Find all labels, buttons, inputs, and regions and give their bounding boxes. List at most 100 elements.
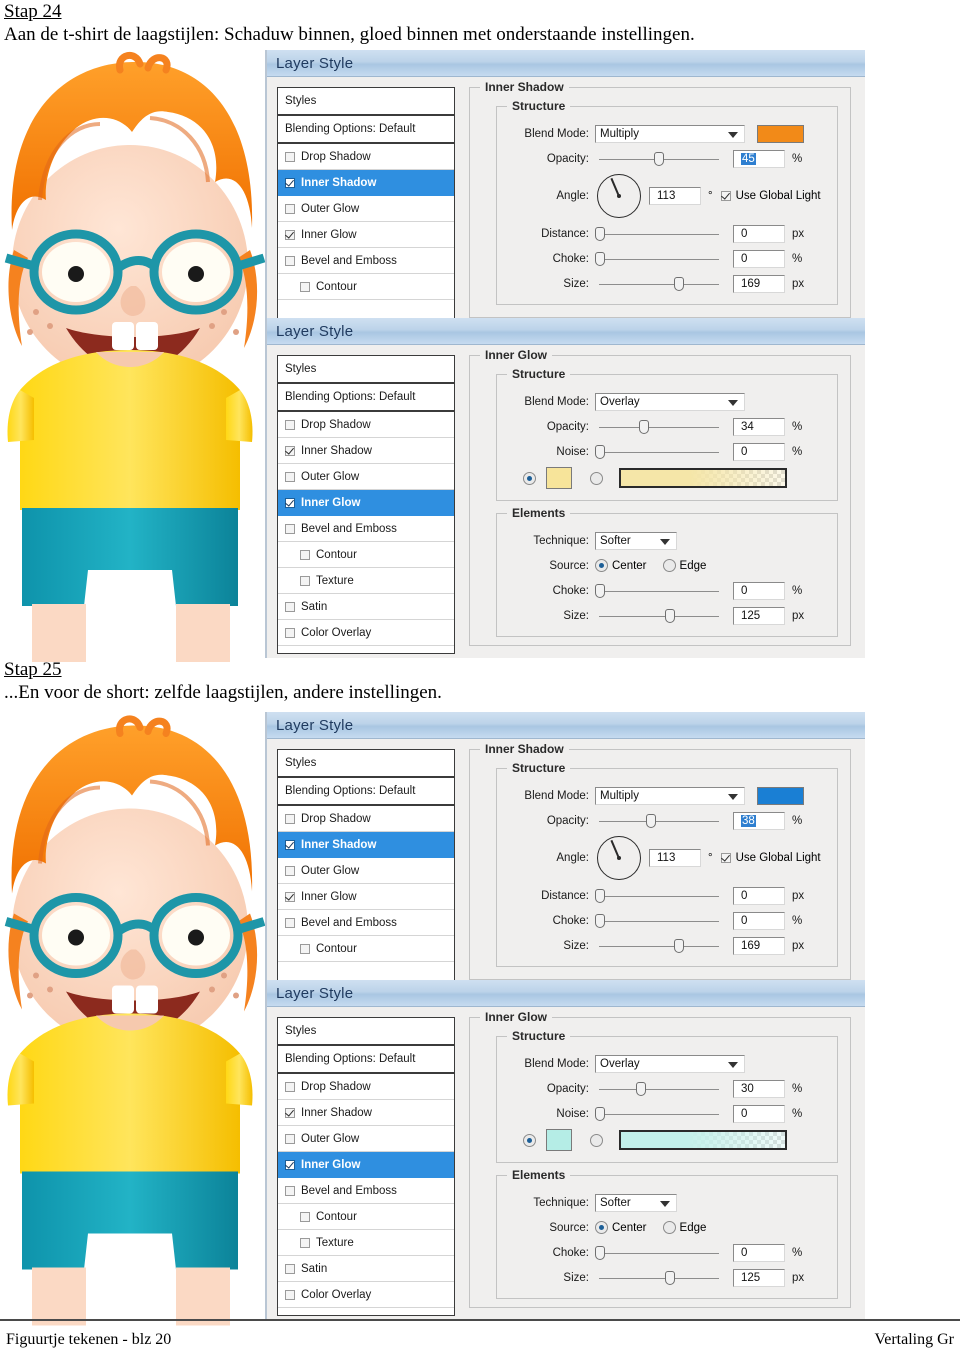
- size-input-1[interactable]: 169: [733, 274, 785, 293]
- style-item-outer-glow-1[interactable]: Outer Glow: [278, 196, 454, 222]
- style-item-drop-shadow-3[interactable]: Drop Shadow: [278, 806, 454, 832]
- style-item-inner-shadow-4[interactable]: Inner Shadow: [278, 1100, 454, 1126]
- checkbox-texture-2[interactable]: [300, 575, 310, 586]
- opacity-input-1[interactable]: 45: [733, 149, 785, 168]
- checkbox-color-overlay-4[interactable]: [285, 1289, 295, 1300]
- radio-gradient-2[interactable]: [590, 471, 603, 485]
- source-edge-option-4[interactable]: Edge: [662, 1221, 706, 1234]
- opacity-input-2[interactable]: 34: [733, 417, 785, 436]
- checkbox-inner-glow-4[interactable]: [285, 1159, 295, 1170]
- checkbox-bevel-emboss-4[interactable]: [285, 1185, 295, 1196]
- choke-input-1[interactable]: 0: [733, 249, 785, 268]
- checkbox-bevel-emboss-2[interactable]: [285, 523, 295, 534]
- style-item-contour-2[interactable]: Contour: [278, 542, 454, 568]
- style-item-inner-shadow-2[interactable]: Inner Shadow: [278, 438, 454, 464]
- distance-input-3[interactable]: 0: [733, 886, 785, 905]
- blend-mode-select-1[interactable]: Multiply: [595, 124, 745, 143]
- size-slider-4[interactable]: [595, 1269, 723, 1287]
- layer-style-dialog-1[interactable]: Layer Style Styles Blending Options: Def…: [265, 50, 865, 330]
- style-item-drop-shadow-1[interactable]: Drop Shadow: [278, 144, 454, 170]
- style-list-3[interactable]: Styles Blending Options: Default Drop Sh…: [277, 749, 455, 988]
- style-item-color-overlay-4[interactable]: Color Overlay: [278, 1282, 454, 1308]
- distance-input-1[interactable]: 0: [733, 224, 785, 243]
- style-item-drop-shadow-2[interactable]: Drop Shadow: [278, 412, 454, 438]
- size-input-2[interactable]: 125: [733, 606, 785, 625]
- blend-mode-select-4[interactable]: Overlay: [595, 1054, 745, 1073]
- checkbox-inner-shadow-4[interactable]: [285, 1107, 295, 1118]
- radio-edge-2[interactable]: [662, 559, 676, 572]
- angle-input-3[interactable]: 113: [649, 849, 701, 867]
- style-item-outer-glow-3[interactable]: Outer Glow: [278, 858, 454, 884]
- use-global-light-row-3[interactable]: Use Global Light: [720, 852, 821, 864]
- choke-slider-1[interactable]: [595, 250, 723, 268]
- style-item-color-overlay-2[interactable]: Color Overlay: [278, 620, 454, 646]
- glow-color-swatch-4[interactable]: [546, 1129, 572, 1151]
- style-item-inner-glow-1[interactable]: Inner Glow: [278, 222, 454, 248]
- style-item-inner-glow-4[interactable]: Inner Glow: [278, 1152, 454, 1178]
- checkbox-inner-shadow-2[interactable]: [285, 445, 295, 456]
- checkbox-outer-glow-2[interactable]: [285, 471, 295, 482]
- size-slider-3[interactable]: [595, 937, 723, 955]
- radio-solid-color-2[interactable]: [523, 471, 536, 485]
- checkbox-bevel-emboss-1[interactable]: [285, 255, 295, 266]
- angle-dial-3[interactable]: [597, 836, 641, 880]
- checkbox-inner-shadow-1[interactable]: [285, 177, 295, 188]
- shadow-color-swatch-3[interactable]: [757, 786, 804, 805]
- checkbox-outer-glow-1[interactable]: [285, 203, 295, 214]
- layer-style-dialog-2[interactable]: Layer Style Styles Blending Options: Def…: [265, 318, 865, 658]
- checkbox-use-global-light-1[interactable]: [720, 191, 731, 201]
- angle-dial-1[interactable]: [597, 174, 641, 218]
- checkbox-contour-3[interactable]: [300, 943, 310, 954]
- style-item-outer-glow-4[interactable]: Outer Glow: [278, 1126, 454, 1152]
- style-item-inner-glow-3[interactable]: Inner Glow: [278, 884, 454, 910]
- blend-mode-select-2[interactable]: Overlay: [595, 392, 745, 411]
- style-item-contour-1[interactable]: Contour: [278, 274, 454, 300]
- style-item-contour-3[interactable]: Contour: [278, 936, 454, 962]
- style-list-4[interactable]: Styles Blending Options: Default Drop Sh…: [277, 1017, 455, 1316]
- shadow-color-swatch-1[interactable]: [757, 124, 804, 143]
- use-global-light-row-1[interactable]: Use Global Light: [720, 190, 821, 202]
- style-item-satin-4[interactable]: Satin: [278, 1256, 454, 1282]
- gradient-preview-2[interactable]: [619, 468, 787, 488]
- blending-options-2[interactable]: Blending Options: Default: [278, 384, 454, 410]
- style-item-texture-4[interactable]: Texture: [278, 1230, 454, 1256]
- technique-select-4[interactable]: Softer: [595, 1193, 677, 1212]
- style-item-satin-2[interactable]: Satin: [278, 594, 454, 620]
- size-slider-1[interactable]: [595, 275, 723, 293]
- blending-options-4[interactable]: Blending Options: Default: [278, 1046, 454, 1072]
- radio-center-4[interactable]: [595, 1221, 608, 1234]
- opacity-slider-4[interactable]: [595, 1080, 723, 1098]
- style-item-drop-shadow-4[interactable]: Drop Shadow: [278, 1074, 454, 1100]
- checkbox-drop-shadow-2[interactable]: [285, 419, 295, 430]
- checkbox-drop-shadow-4[interactable]: [285, 1081, 295, 1092]
- checkbox-outer-glow-4[interactable]: [285, 1133, 295, 1144]
- checkbox-texture-4[interactable]: [300, 1237, 310, 1248]
- blend-mode-select-3[interactable]: Multiply: [595, 786, 745, 805]
- checkbox-use-global-light-3[interactable]: [720, 853, 731, 863]
- checkbox-drop-shadow-3[interactable]: [285, 813, 295, 824]
- checkbox-inner-shadow-3[interactable]: [285, 839, 295, 850]
- style-item-bevel-emboss-3[interactable]: Bevel and Emboss: [278, 910, 454, 936]
- glow-fill-row-4[interactable]: [505, 1126, 829, 1154]
- checkbox-contour-1[interactable]: [300, 281, 310, 292]
- checkbox-contour-4[interactable]: [300, 1211, 310, 1222]
- opacity-slider-1[interactable]: [595, 150, 723, 168]
- opacity-input-4[interactable]: 30: [733, 1079, 785, 1098]
- size-input-3[interactable]: 169: [733, 936, 785, 955]
- source-edge-option-2[interactable]: Edge: [662, 559, 706, 572]
- radio-edge-4[interactable]: [662, 1221, 676, 1234]
- noise-input-4[interactable]: 0: [733, 1104, 785, 1123]
- style-item-bevel-emboss-4[interactable]: Bevel and Emboss: [278, 1178, 454, 1204]
- choke-slider-3[interactable]: [595, 912, 723, 930]
- angle-input-1[interactable]: 113: [649, 187, 701, 205]
- checkbox-contour-2[interactable]: [300, 549, 310, 560]
- choke-input-3[interactable]: 0: [733, 911, 785, 930]
- opacity-slider-2[interactable]: [595, 418, 723, 436]
- style-item-inner-shadow-3[interactable]: Inner Shadow: [278, 832, 454, 858]
- noise-slider-2[interactable]: [595, 443, 723, 461]
- blending-options-1[interactable]: Blending Options: Default: [278, 116, 454, 142]
- distance-slider-1[interactable]: [595, 225, 723, 243]
- style-item-inner-glow-2[interactable]: Inner Glow: [278, 490, 454, 516]
- choke-slider-4[interactable]: [595, 1244, 723, 1262]
- checkbox-satin-2[interactable]: [285, 601, 295, 612]
